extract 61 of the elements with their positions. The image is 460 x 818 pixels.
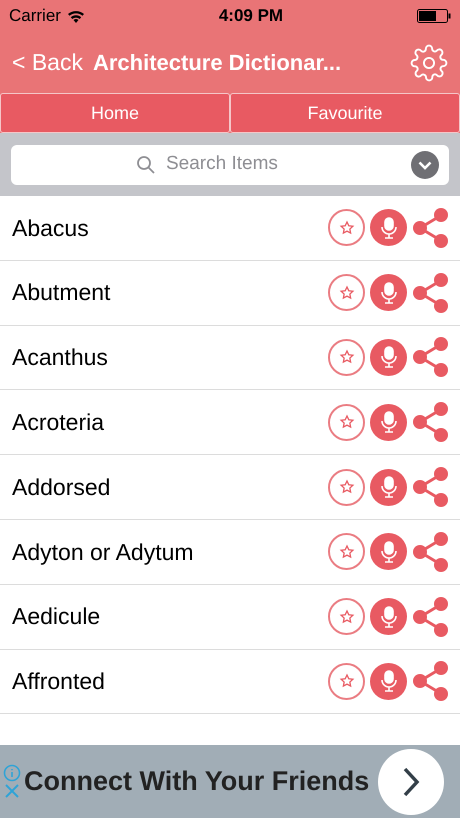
star-icon — [338, 220, 354, 236]
search-field[interactable]: Search Items — [11, 144, 449, 184]
pronounce-button[interactable] — [370, 209, 407, 246]
microphone-icon — [380, 606, 398, 628]
microphone-icon — [380, 216, 398, 239]
pronounce-button[interactable] — [370, 662, 407, 700]
microphone-icon — [380, 476, 398, 498]
wifi-icon — [66, 10, 85, 22]
microphone-icon — [380, 540, 398, 563]
favourite-button[interactable] — [328, 338, 365, 376]
clock: 4:09 PM — [218, 5, 284, 28]
ad-headline: Connect With Your Friends — [24, 765, 370, 798]
search-icon — [136, 154, 156, 174]
term-label[interactable]: Affronted — [12, 664, 328, 699]
term-label[interactable]: Abutment — [12, 275, 328, 310]
share-icon[interactable] — [412, 467, 448, 508]
microphone-icon — [380, 346, 398, 368]
share-icon[interactable] — [412, 402, 448, 442]
screen-title: Architecture Dictionar... — [92, 49, 342, 77]
pronounce-button[interactable] — [370, 598, 407, 636]
term-label[interactable]: Abacus — [12, 210, 328, 246]
microphone-icon — [380, 282, 398, 304]
pronounce-button[interactable] — [370, 404, 407, 441]
share-icon[interactable] — [412, 596, 448, 637]
star-icon — [338, 608, 354, 625]
battery-icon — [416, 9, 451, 23]
star-icon — [338, 414, 354, 430]
search-input[interactable]: Search Items — [166, 150, 296, 179]
pronounce-button[interactable] — [370, 533, 407, 570]
term-label[interactable]: Aedicule — [12, 599, 328, 634]
microphone-icon — [380, 411, 398, 434]
star-icon — [338, 544, 354, 560]
star-icon — [338, 673, 354, 690]
favourite-button[interactable] — [328, 404, 365, 441]
star-icon — [338, 284, 354, 301]
share-icon[interactable] — [412, 532, 448, 572]
share-icon[interactable] — [412, 208, 448, 248]
share-icon[interactable] — [412, 661, 448, 702]
term-label[interactable]: Adyton or Adytum — [12, 534, 328, 570]
favourite-button[interactable] — [328, 533, 365, 570]
share-icon[interactable] — [412, 272, 448, 313]
term-label[interactable]: Acroteria — [12, 405, 328, 440]
share-icon[interactable] — [412, 337, 448, 378]
ad-banner[interactable]: Connect With Your Friends — [0, 745, 460, 818]
settings-icon[interactable] — [410, 44, 448, 82]
favourite-button[interactable] — [328, 209, 365, 246]
favourite-button[interactable] — [328, 468, 365, 506]
star-icon — [338, 349, 354, 366]
star-icon — [338, 479, 354, 496]
favourite-button[interactable] — [328, 598, 365, 636]
favourite-button[interactable] — [328, 662, 365, 700]
pronounce-button[interactable] — [370, 338, 407, 376]
pronounce-button[interactable] — [370, 274, 407, 312]
dropdown-icon[interactable] — [411, 150, 439, 178]
favourite-button[interactable] — [328, 274, 365, 312]
term-label[interactable]: Addorsed — [12, 470, 328, 504]
carrier-label: Carrier — [9, 5, 61, 28]
chevron-right-icon — [401, 766, 421, 798]
microphone-icon — [380, 670, 398, 692]
pronounce-button[interactable] — [370, 468, 407, 506]
term-label[interactable]: Acanthus — [12, 340, 328, 375]
